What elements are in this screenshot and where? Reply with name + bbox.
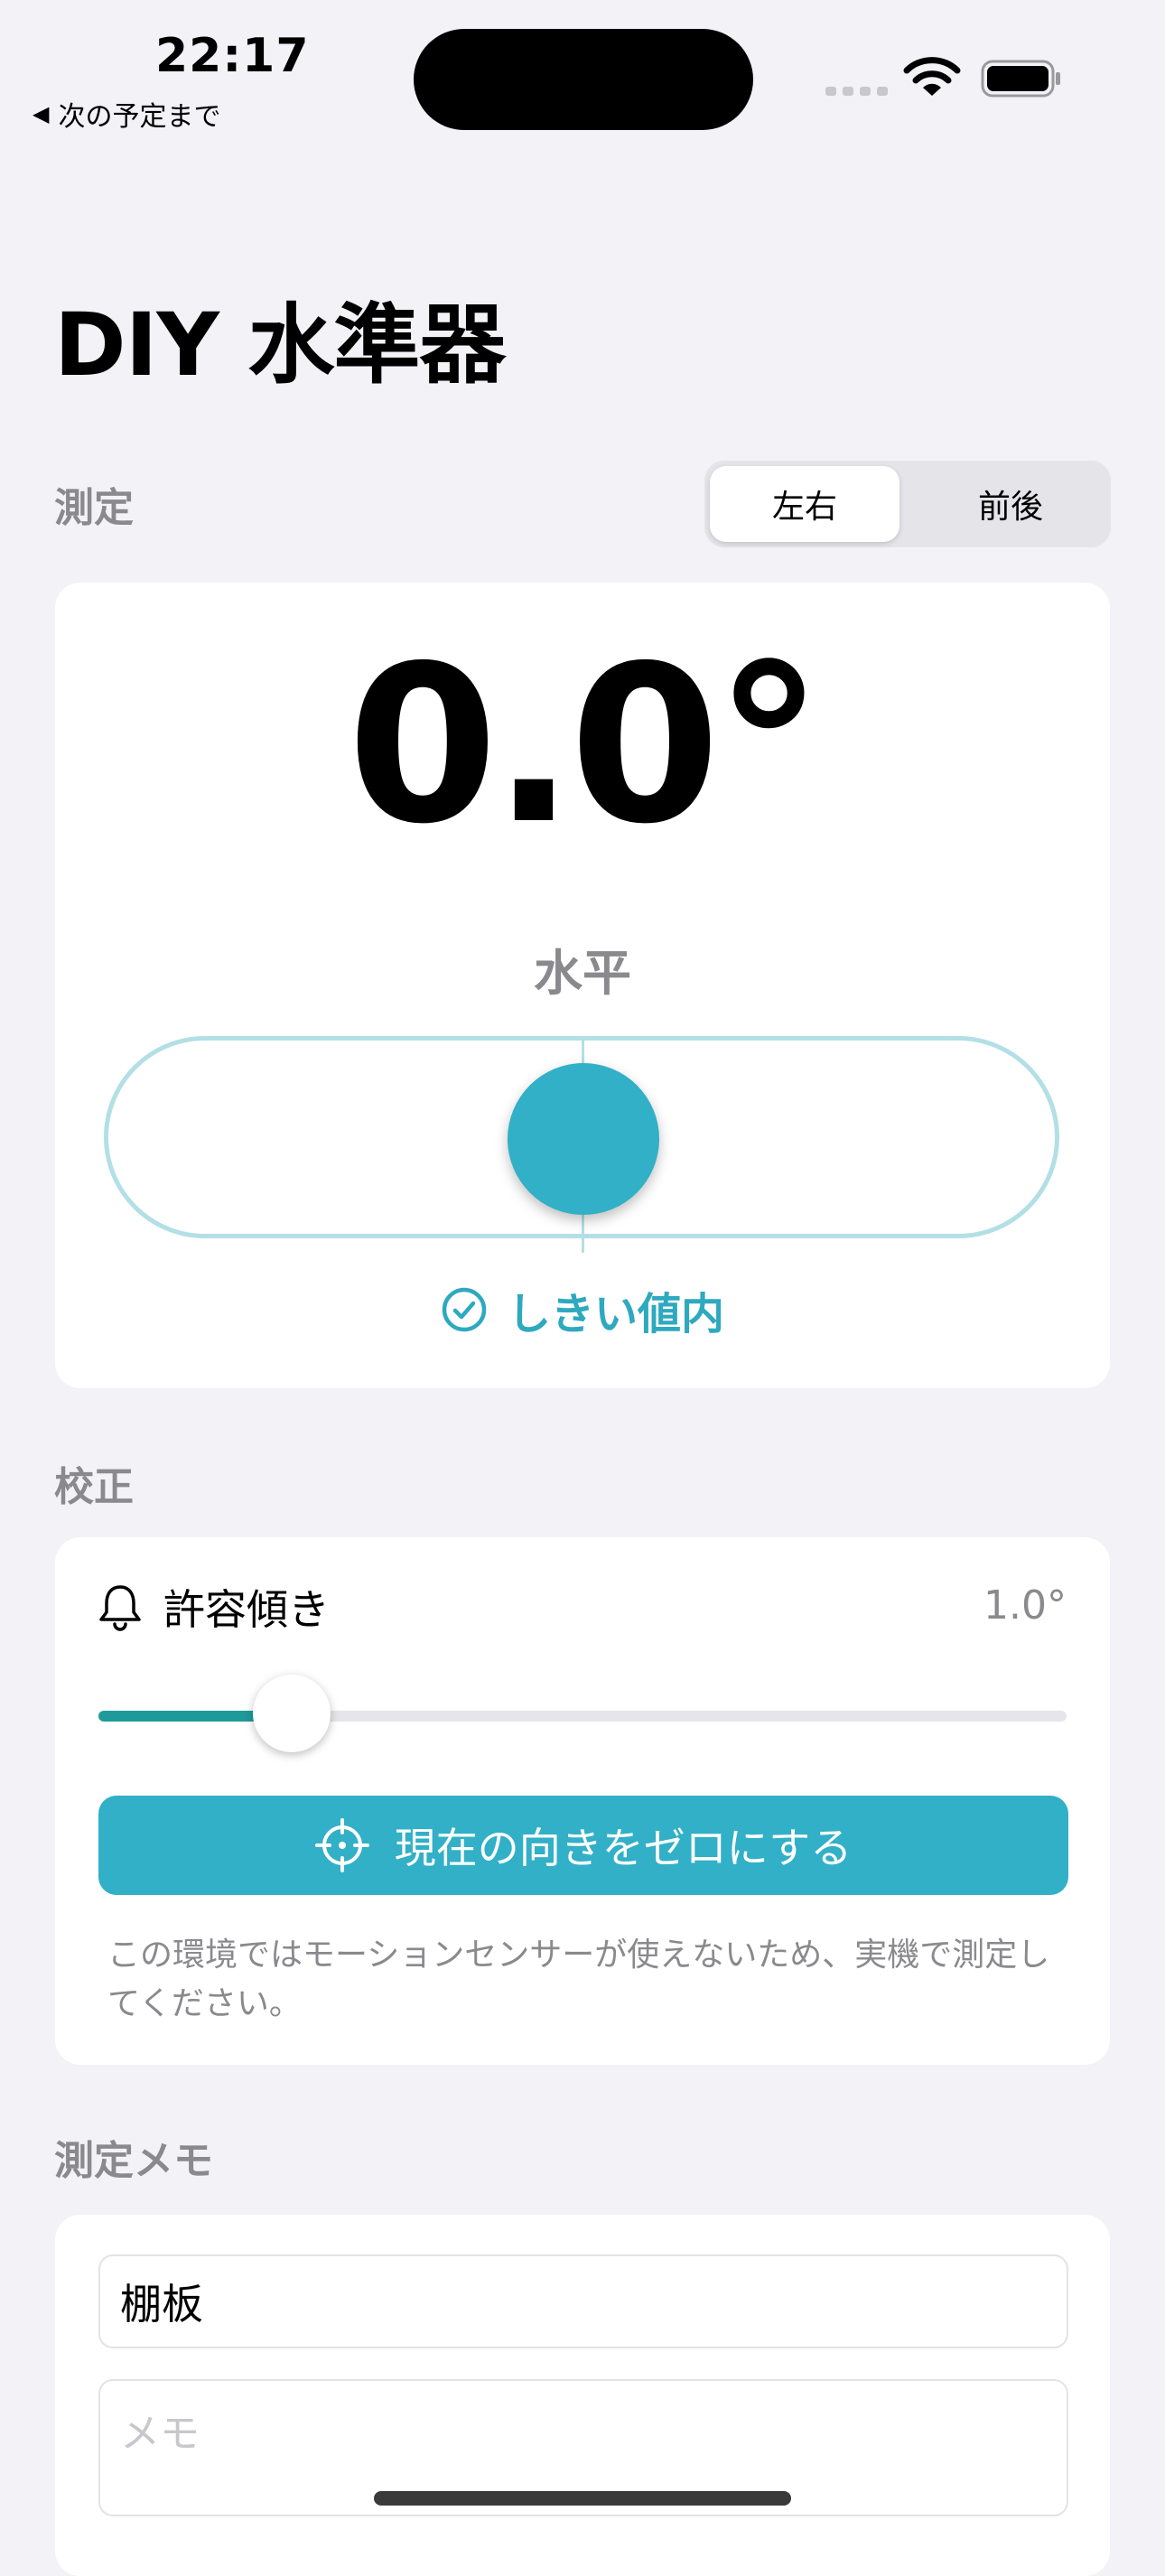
calibration-section-label: 校正	[54, 1464, 134, 1510]
bell-icon	[99, 1585, 141, 1631]
battery-icon	[981, 60, 1060, 98]
zero-calibrate-label: 現在の向きをゼロにする	[394, 1824, 853, 1872]
page-title: DIY 水準器	[54, 294, 506, 396]
measure-card: 0.0° 水平 しきい値内	[55, 583, 1110, 1388]
crosshair-icon	[314, 1818, 369, 1872]
segment-left-right[interactable]: 左右	[710, 466, 899, 542]
check-circle-icon	[442, 1287, 487, 1332]
calibration-card: 許容傾き 1.0° 現在の向きをゼロにする この環境ではモーションセンサーが使え…	[55, 1537, 1110, 2065]
wifi-icon	[903, 57, 961, 96]
dynamic-island	[414, 29, 753, 130]
back-triangle-icon: ◀	[33, 101, 50, 126]
home-indicator[interactable]	[374, 2491, 791, 2506]
measure-section-label: 測定	[54, 485, 134, 531]
back-hint-label: 次の予定まで	[58, 101, 221, 133]
angle-readout: 0.0°	[347, 619, 823, 872]
memo-card: 棚板 メモ	[55, 2215, 1110, 2576]
threshold-status: しきい値内	[55, 1278, 1110, 1341]
sensor-note: この環境ではモーションセンサーが使えないため、実機で測定してください。	[107, 1937, 1050, 2022]
tolerance-slider-thumb[interactable]	[253, 1675, 331, 1752]
tolerance-value: 1.0°	[983, 1582, 1067, 1629]
segment-front-back[interactable]: 前後	[916, 466, 1105, 542]
threshold-status-label: しきい値内	[507, 1289, 724, 1339]
axis-segmented-control: 左右 前後	[704, 461, 1111, 547]
back-to-app-button[interactable]: ◀ 次の予定まで	[33, 94, 220, 134]
tolerance-label: 許容傾き	[163, 1585, 330, 1634]
level-bubble	[507, 1063, 659, 1215]
zero-calibrate-button[interactable]: 現在の向きをゼロにする	[98, 1796, 1068, 1895]
cellular-signal-icon	[825, 87, 888, 96]
tolerance-row: 許容傾き	[97, 1577, 330, 1637]
level-state: 水平	[534, 945, 631, 1002]
status-time: 22:17	[155, 29, 310, 83]
memo-section-label: 測定メモ	[54, 2138, 213, 2184]
memo-title-field[interactable]: 棚板	[98, 2254, 1068, 2348]
